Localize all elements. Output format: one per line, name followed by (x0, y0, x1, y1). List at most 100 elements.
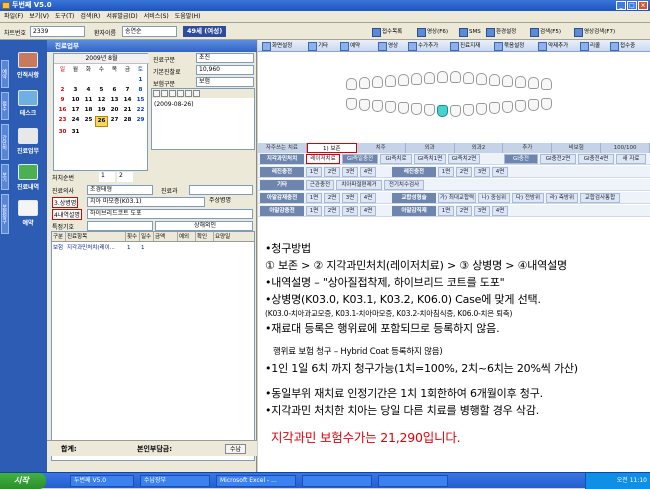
calendar-day[interactable]: 30 (56, 128, 69, 137)
sidebar-tab-simple[interactable]: 간단히 (1, 124, 9, 160)
tooth-upper[interactable] (489, 74, 500, 87)
calendar-day[interactable]: 16 (56, 106, 69, 115)
treatment-chip[interactable]: 전기치수검사 (384, 180, 424, 190)
calendar-day[interactable]: 8 (134, 86, 147, 95)
treatment-chip[interactable]: 2면 (324, 167, 340, 177)
menu-service[interactable]: 서비스(S) (144, 11, 169, 22)
treatment-chip[interactable]: 3면 (474, 206, 490, 216)
system-tray-clock[interactable]: 오전 11:10 (585, 473, 650, 489)
department-select[interactable] (189, 185, 253, 195)
tooth-lower[interactable] (476, 102, 487, 115)
tooth-lower[interactable] (359, 99, 370, 112)
calendar-day[interactable]: 18 (82, 106, 95, 115)
minimize-button[interactable]: _ (616, 1, 626, 10)
calendar-day[interactable]: 22 (134, 106, 147, 115)
laser-treatment-chip[interactable]: 레이저치료 (306, 154, 340, 164)
taskbar-item[interactable] (378, 475, 448, 487)
doctor-select[interactable]: 조경태형 (87, 185, 153, 195)
sidebar-item-history[interactable]: 진료내역 (11, 164, 45, 191)
new-item-chip[interactable]: 새 자료 (616, 154, 646, 164)
sidebar-item-reservation[interactable]: 예약 (11, 200, 45, 227)
treatment-chip[interactable]: 4면 (492, 206, 508, 216)
tooth-upper[interactable] (372, 75, 383, 88)
treatment-chip[interactable]: GI즉일충전 (342, 154, 378, 164)
tooth-lower[interactable] (411, 102, 422, 115)
treatment-chip[interactable]: 다) 전방위 (512, 193, 544, 203)
treatment-chip[interactable]: 4면 (360, 206, 376, 216)
treatment-chip[interactable]: 라) 측방위 (546, 193, 578, 203)
calendar-day[interactable]: 20 (108, 106, 121, 115)
visit-type-select[interactable]: 초진 (196, 53, 254, 63)
tooth-lower[interactable] (502, 100, 513, 113)
image-search-button[interactable]: 영상검색(F7) (574, 27, 615, 37)
tooth-lower[interactable] (398, 101, 409, 114)
special-code-field[interactable] (87, 221, 153, 231)
close-button[interactable]: × (638, 1, 648, 10)
calendar-day[interactable]: 24 (69, 116, 82, 127)
tooth-upper[interactable] (515, 75, 526, 88)
tooth-upper[interactable] (424, 72, 435, 85)
chart-number-field[interactable]: 2339 (30, 26, 85, 37)
sidebar-item-treatment[interactable]: 진료업무 (11, 128, 45, 155)
taskbar-item[interactable]: 두번째 V5.0 (70, 475, 134, 487)
tooth-upper[interactable] (346, 77, 357, 90)
treatment-chip[interactable]: GI즉치로 (380, 154, 412, 164)
tooth-upper[interactable] (437, 71, 448, 84)
sidebar-item-task[interactable]: 테스크 (11, 90, 45, 117)
diagnosis-field[interactable]: 치아 마모증(K03.1) (87, 197, 205, 207)
tooth-lower[interactable] (372, 100, 383, 113)
print-icon[interactable] (185, 90, 192, 97)
tooth-lower[interactable] (450, 104, 461, 117)
recall-button[interactable]: 리콜 (580, 41, 600, 51)
treatment-chip[interactable]: 1면 (306, 167, 322, 177)
calendar-day[interactable]: 31 (69, 128, 82, 137)
edit-icon[interactable] (161, 90, 168, 97)
maximize-button[interactable]: □ (627, 1, 637, 10)
tooth-upper[interactable] (502, 75, 513, 88)
treatment-chip[interactable]: 3면 (342, 167, 358, 177)
treatment-chip[interactable]: 3면 (342, 193, 358, 203)
treatment-chip[interactable]: 1면 (306, 193, 322, 203)
calendar-day[interactable]: 5 (95, 86, 108, 95)
taskbar-item[interactable]: Microsoft Excel - ... (216, 475, 296, 487)
menu-file[interactable]: 파일(F) (4, 11, 23, 22)
settings-button[interactable]: 환경설정 (486, 27, 516, 37)
tooth-lower[interactable] (463, 103, 474, 116)
column-header[interactable]: 예외 (178, 232, 196, 241)
treatment-chip[interactable]: 1면 (306, 206, 322, 216)
tooth-upper[interactable] (450, 71, 461, 84)
bundle-settings-button[interactable]: 묶음설정 (494, 41, 524, 51)
calendar-day[interactable]: 11 (82, 96, 95, 105)
tooth-lower[interactable] (346, 98, 357, 111)
column-header[interactable]: 요양일 (214, 232, 252, 241)
delete-icon[interactable] (177, 90, 184, 97)
add-drug-button[interactable]: 약제추가 (538, 41, 568, 51)
calendar-day[interactable]: 25 (82, 116, 95, 127)
calendar-day[interactable]: 26 (95, 116, 108, 127)
calendar-day[interactable]: 28 (121, 116, 134, 127)
table-row[interactable]: 보험 지각과민처치(레이... 1 1 (52, 243, 254, 253)
calendar-day[interactable]: 21 (121, 106, 134, 115)
patient-name-field[interactable]: 송연순 (122, 26, 177, 37)
tooth-lower[interactable] (528, 99, 539, 112)
treatment-chip[interactable]: 나) 중심위 (478, 193, 510, 203)
tab-non-insurance[interactable]: 비보험 (552, 143, 602, 153)
calendar-day[interactable]: 19 (95, 106, 108, 115)
tooth-lower[interactable] (541, 98, 552, 111)
visit-date[interactable]: (2009-08-26) (154, 101, 194, 108)
chair-2[interactable]: 2 (117, 172, 133, 182)
menu-view[interactable]: 보기(V) (29, 11, 49, 22)
tooth-upper[interactable] (476, 73, 487, 86)
treatment-chip[interactable]: 근관충전 (306, 180, 334, 190)
treatment-chip[interactable]: GI충전2면 (540, 154, 576, 164)
tab-frequent[interactable]: 자주쓰는 치료 (258, 143, 307, 153)
sidebar-tab-insurance[interactable]: 보험청구 (1, 194, 9, 234)
treatment-chip[interactable]: 3면 (342, 206, 358, 216)
treatment-chip[interactable]: 1면 (438, 167, 454, 177)
tab-100-100[interactable]: 100/100 (601, 143, 650, 153)
tooth-upper[interactable] (411, 73, 422, 86)
tooth-lower[interactable] (385, 100, 396, 113)
treatment-chip[interactable]: 4면 (360, 193, 376, 203)
tab-periodontal[interactable]: 치주 (357, 143, 406, 153)
description-field[interactable]: 하이브리드코트 도포 (87, 209, 253, 219)
